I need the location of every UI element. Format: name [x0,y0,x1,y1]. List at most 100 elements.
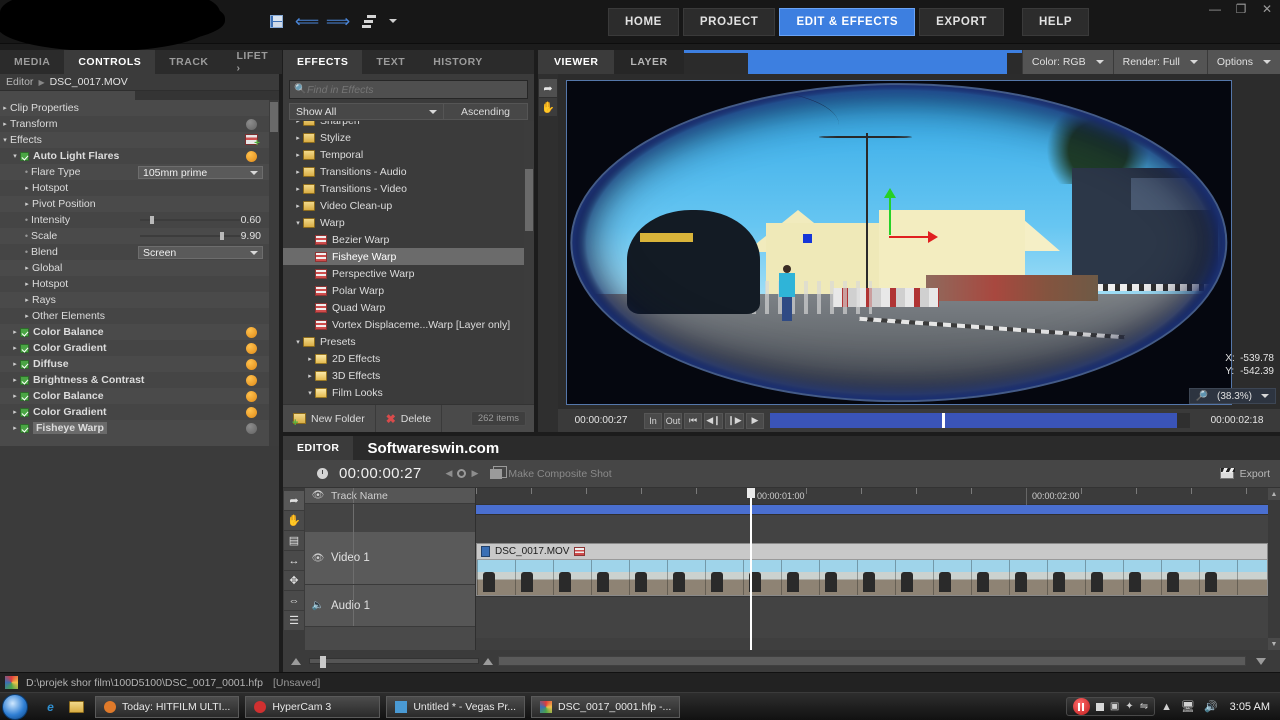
razor-icon[interactable]: ☰ [284,611,304,630]
slip-icon[interactable]: ▤ [284,531,304,550]
nav-export[interactable]: EXPORT [919,8,1004,36]
list-item[interactable]: ▸ 2D Effects [283,350,534,367]
taskbar-clock[interactable]: 3:05 AM [1230,701,1270,713]
scroll-up-icon[interactable]: ▲ [1268,488,1280,500]
twisty-icon[interactable]: ▸ [22,312,32,320]
audio-track-row[interactable] [476,596,1268,638]
reset-icon[interactable] [246,407,257,418]
prev-keyframe-icon[interactable]: ◀ [446,468,453,479]
list-item[interactable]: ▸ Stylize [283,129,534,146]
timeline-timecode[interactable]: 00:00:00:27 [339,465,422,482]
pan-hand-icon[interactable]: ✋ [539,98,557,116]
speaker-icon[interactable]: 🔈 [305,600,331,611]
reset-icon[interactable] [246,327,257,338]
tab-media[interactable]: MEDIA [0,50,64,74]
twisty-icon[interactable]: ▸ [22,296,32,304]
settings-icon[interactable]: ✦ [1125,701,1133,712]
twisty-icon[interactable]: ▸ [0,104,10,112]
gizmo-y-axis-arrow[interactable] [889,197,891,235]
timeline-vertical-scrollbar[interactable]: ▲ ▼ [1268,488,1280,650]
reset-icon[interactable] [246,119,257,130]
step-forward-icon[interactable]: ❙▶ [725,413,744,429]
tab-editor[interactable]: EDITOR [283,436,353,460]
list-item[interactable]: ▾ Presets [283,333,534,350]
twisty-icon[interactable]: ▸ [305,355,315,363]
twisty-icon[interactable]: ▸ [293,121,303,125]
select-arrow-icon[interactable]: ➦ [539,79,557,97]
blend-combo[interactable]: Screen [138,246,263,259]
twisty-icon[interactable]: ▸ [305,372,315,380]
camera-icon[interactable]: ▣ [1110,701,1119,712]
tree-row[interactable]: • Flare Type 105mm prime [0,164,279,180]
tab-track[interactable]: TRACK [155,50,222,74]
scroll-down-icon[interactable]: ▼ [1268,638,1280,650]
gizmo-x-axis-arrow[interactable] [889,236,929,238]
color-mode-dropdown[interactable]: Color: RGB [1022,50,1113,74]
tree-row[interactable]: ▸ Color Balance [0,324,279,340]
tab-controls[interactable]: CONTROLS [64,50,155,74]
tree-row[interactable]: ▸ Rays [0,292,279,308]
taskbar-window-4[interactable]: DSC_0017_0001.hfp -... [531,696,680,718]
reset-icon[interactable] [246,423,257,434]
twisty-icon[interactable]: ▸ [22,184,32,192]
twisty-icon[interactable]: ▾ [10,152,20,160]
nav-edit-effects[interactable]: EDIT & EFFECTS [779,8,915,36]
tree-row[interactable]: ▸ Global [0,260,279,276]
recorder-toolbar[interactable]: ▣ ✦ ⇋ [1066,697,1155,716]
zoom-dropdown[interactable]: 🔎 (38.3%) [1189,388,1276,404]
search-input[interactable] [307,84,487,96]
undo-icon[interactable]: ⟸ [296,10,318,32]
twisty-icon[interactable]: ▾ [0,136,10,144]
video-preview[interactable] [566,80,1232,405]
tree-row[interactable]: • Scale 9.90 [0,228,279,244]
sort-order-button[interactable]: Ascending [444,103,528,120]
add-keyframe-icon[interactable] [457,469,466,478]
reset-icon[interactable] [246,359,257,370]
track-header-audio-1[interactable]: 🔈 Audio 1 [305,585,475,627]
hand-icon[interactable]: ✋ [284,511,304,530]
save-icon[interactable] [265,10,287,32]
viewer-options-dropdown[interactable]: Options [1207,50,1280,74]
twisty-icon[interactable]: ▾ [305,389,315,397]
list-item[interactable]: Quad Warp [283,299,534,316]
new-folder-button[interactable]: New Folder [283,405,375,432]
tree-row-fisheye-warp[interactable]: ▸ Fisheye Warp [0,420,279,436]
play-icon[interactable]: ▶ [746,413,764,429]
tree-row[interactable]: ▸ Diffuse [0,356,279,372]
step-back-icon[interactable]: ◀❙ [704,413,723,429]
close-icon[interactable]: ✕ [1258,2,1276,16]
tree-row[interactable]: ▾ Effects [0,132,279,148]
delete-button[interactable]: ✖ Delete [375,405,442,432]
enable-checkbox[interactable] [20,392,29,401]
breadcrumb-root[interactable]: Editor [6,76,33,88]
timeline-playhead[interactable] [750,488,752,650]
tree-row[interactable]: ▸ Color Gradient [0,404,279,420]
empty-track-row[interactable] [476,515,1268,543]
list-item[interactable]: Bezier Warp [283,231,534,248]
enable-checkbox[interactable] [20,344,29,353]
timeline-tracks-area[interactable]: 00:00:01:00 00:00:02:00 DSC_0017.MOV [476,488,1268,650]
controls-timebar[interactable] [0,90,279,100]
twisty-icon[interactable]: ▸ [22,264,32,272]
twisty-icon[interactable]: ▸ [293,185,303,193]
twisty-icon[interactable]: ▸ [10,408,20,416]
swap-icon[interactable]: ⇋ [1140,701,1148,712]
nav-home[interactable]: HOME [608,8,679,36]
twisty-icon[interactable]: ▸ [10,360,20,368]
make-composite-shot-button[interactable]: Make Composite Shot [490,468,611,480]
chevron-down-icon[interactable] [389,19,397,23]
ie-icon[interactable]: e [42,698,59,715]
zoom-in-icon[interactable] [483,658,493,665]
list-item[interactable]: ▾ Film Looks [283,384,534,401]
tree-row[interactable]: ▸ Clip Properties [0,100,279,116]
list-item[interactable]: ▾ Warp [283,214,534,231]
mark-in-button[interactable]: In [644,413,662,429]
twisty-icon[interactable]: ▸ [10,424,20,432]
nav-help[interactable]: HELP [1022,8,1089,36]
list-item-fisheye-warp[interactable]: Fisheye Warp [283,248,534,265]
scrub-track[interactable] [770,413,1190,428]
add-effect-icon[interactable] [245,134,258,145]
stop-icon[interactable] [1096,703,1104,711]
taskbar-window-2[interactable]: HyperCam 3 [245,696,380,718]
controls-scrollbar[interactable] [269,100,279,446]
